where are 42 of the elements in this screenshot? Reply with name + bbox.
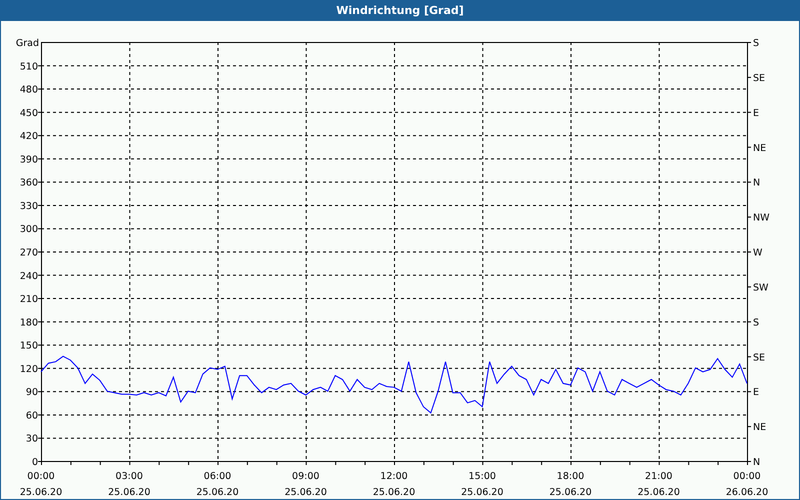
- y-tick-label: 300: [20, 224, 38, 236]
- y-tick-label: 180: [20, 317, 38, 328]
- direction-label: SE: [753, 72, 766, 84]
- y-tick-label: 270: [20, 248, 38, 258]
- direction-label: S: [753, 317, 760, 328]
- y-axis-unit: Grad: [16, 38, 39, 49]
- direction-label: SW: [753, 282, 768, 294]
- direction-label: NE: [753, 422, 766, 434]
- direction-label: E: [753, 387, 760, 398]
- direction-label: NW: [753, 212, 770, 224]
- x-tick-label: 21:00 25.06.20: [638, 471, 680, 498]
- y-tick-label: 420: [20, 131, 38, 142]
- y-tick-label: 60: [26, 410, 38, 422]
- x-tick-label: 09:00 25.06.20: [284, 471, 327, 498]
- y-tick-label: 150: [20, 340, 38, 352]
- y-tick-label: 390: [20, 154, 38, 166]
- y-tick-label: 0: [32, 457, 38, 468]
- direction-label: SE: [753, 352, 766, 364]
- y-tick-label: 330: [20, 200, 38, 212]
- y-tick-label: 90: [26, 387, 38, 398]
- y-tick-label: 240: [20, 270, 38, 282]
- direction-label: N: [753, 178, 760, 189]
- x-tick-label: 06:00 25.06.20: [196, 471, 239, 498]
- window-title: Windrichtung [Grad]: [1, 1, 799, 21]
- x-tick-label: 00:00 26.06.20: [726, 471, 768, 498]
- direction-label: N: [753, 457, 760, 468]
- x-tick-label: 00:00 25.06.20: [20, 471, 62, 498]
- y-tick-label: 210: [20, 294, 38, 306]
- y-tick-label: 480: [20, 84, 38, 96]
- x-tick-label: 03:00 25.06.20: [108, 471, 150, 498]
- direction-label: S: [753, 38, 760, 49]
- direction-label: E: [753, 108, 760, 119]
- x-tick-label: 12:00 25.06.20: [372, 471, 416, 498]
- x-tick-label: 18:00 25.06.20: [549, 471, 592, 498]
- y-tick-label: 120: [20, 364, 38, 375]
- y-tick-label: 450: [20, 108, 38, 119]
- y-tick-label: 510: [20, 61, 38, 72]
- direction-label: W: [753, 248, 762, 258]
- direction-label: NE: [753, 142, 766, 154]
- y-tick-label: 360: [20, 178, 38, 189]
- y-tick-label: 30: [26, 434, 38, 445]
- x-tick-label: 15:00 25.06.20: [461, 471, 504, 498]
